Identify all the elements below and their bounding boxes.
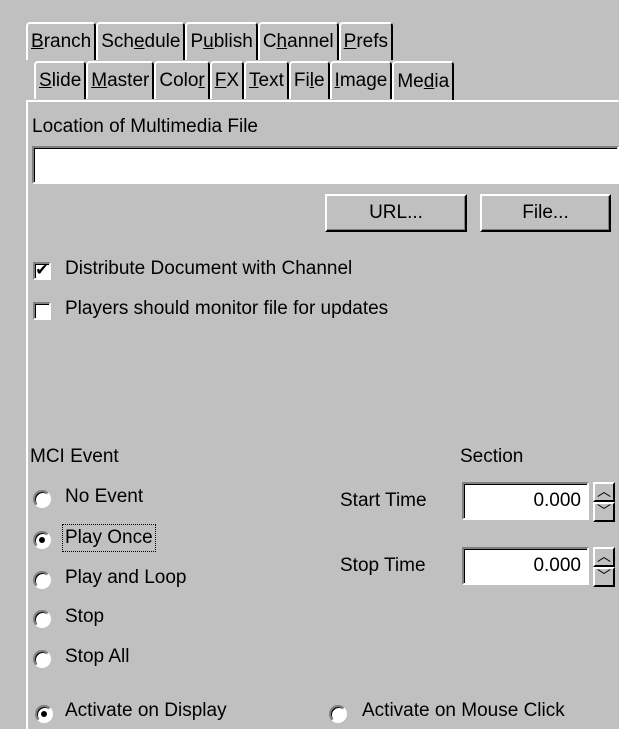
tab-slide[interactable]: Slide bbox=[34, 61, 87, 99]
activate-display-label: Activate on Display bbox=[65, 700, 227, 721]
tab-branch[interactable]: Branch bbox=[26, 22, 97, 60]
stop-time-value: 0.000 bbox=[533, 555, 581, 576]
start-time-value: 0.000 bbox=[533, 490, 581, 511]
mci-option-label: Stop All bbox=[65, 646, 130, 667]
mci-option-radio[interactable] bbox=[33, 610, 51, 628]
check-icon: ✔ bbox=[35, 262, 49, 279]
tab-label: Master bbox=[91, 70, 150, 91]
distribute-label: Distribute Document with Channel bbox=[65, 258, 353, 279]
tab-label: Image bbox=[334, 70, 388, 91]
url-button[interactable]: URL... bbox=[325, 194, 467, 232]
mci-option-radio[interactable] bbox=[33, 490, 51, 508]
start-time-label: Start Time bbox=[340, 490, 427, 511]
location-label: Location of Multimedia File bbox=[32, 116, 258, 137]
monitor-label: Players should monitor file for updates bbox=[65, 298, 389, 319]
start-time-spinner[interactable]: ︿ ﹀ bbox=[593, 482, 615, 522]
panel-border-top bbox=[26, 100, 619, 102]
tab-color[interactable]: Color bbox=[154, 61, 210, 99]
mci-event-label: MCI Event bbox=[30, 446, 119, 467]
tab-label: Channel bbox=[262, 31, 334, 52]
tab-schedule[interactable]: Schedule bbox=[96, 22, 186, 60]
tab-file[interactable]: File bbox=[288, 61, 330, 99]
tab-label: Schedule bbox=[101, 31, 181, 52]
mci-option-label: Stop bbox=[65, 606, 105, 627]
spin-down-icon[interactable]: ﹀ bbox=[593, 567, 615, 587]
tab-label: Text bbox=[249, 70, 284, 91]
tab-master[interactable]: Master bbox=[86, 61, 155, 99]
tab-label: Branch bbox=[31, 31, 92, 52]
mci-option-radio[interactable] bbox=[33, 650, 51, 668]
mci-option-radio[interactable] bbox=[33, 571, 51, 589]
tab-label: Media bbox=[397, 71, 450, 92]
stop-time-label: Stop Time bbox=[340, 555, 426, 576]
spin-up-icon[interactable]: ︿ bbox=[593, 482, 615, 502]
mci-option-radio[interactable] bbox=[33, 531, 51, 549]
tab-label: Slide bbox=[39, 70, 82, 91]
stop-time-input[interactable]: 0.000 bbox=[462, 547, 589, 585]
tab-row-sub: Slide Master Color FX Text File Image Media bbox=[34, 61, 455, 101]
tab-label: Color bbox=[159, 70, 205, 91]
file-button[interactable]: File... bbox=[480, 194, 611, 232]
activate-click-label: Activate on Mouse Click bbox=[362, 700, 565, 721]
tab-prefs[interactable]: Prefs bbox=[338, 22, 393, 60]
stop-time-spinner[interactable]: ︿ ﹀ bbox=[593, 547, 615, 587]
mci-option-label: Play and Loop bbox=[65, 567, 187, 588]
tab-label: File bbox=[293, 70, 325, 91]
activate-click-radio[interactable] bbox=[329, 705, 347, 723]
tab-image[interactable]: Image bbox=[329, 61, 393, 99]
tab-label: Publish bbox=[190, 31, 253, 52]
tab-label: Prefs bbox=[343, 31, 388, 52]
spin-up-icon[interactable]: ︿ bbox=[593, 547, 615, 567]
spin-down-icon[interactable]: ﹀ bbox=[593, 502, 615, 522]
panel-border-left bbox=[26, 100, 28, 729]
tab-row-main: Branch Schedule Publish Channel Prefs bbox=[26, 22, 393, 60]
tab-text[interactable]: Text bbox=[244, 61, 289, 99]
mci-option-label: No Event bbox=[65, 486, 144, 507]
distribute-checkbox[interactable]: ✔ bbox=[33, 262, 51, 280]
section-label: Section bbox=[460, 446, 524, 467]
monitor-checkbox[interactable]: ✔ bbox=[33, 302, 51, 320]
tab-fx[interactable]: FX bbox=[209, 61, 245, 99]
tab-publish[interactable]: Publish bbox=[185, 22, 258, 60]
location-input[interactable] bbox=[32, 146, 619, 184]
start-time-input[interactable]: 0.000 bbox=[462, 482, 589, 520]
tab-channel[interactable]: Channel bbox=[257, 22, 339, 60]
activate-display-radio[interactable] bbox=[35, 705, 53, 723]
tab-media[interactable]: Media bbox=[392, 61, 455, 101]
mci-option-label: Play Once bbox=[62, 524, 156, 552]
tab-label: FX bbox=[214, 70, 240, 91]
